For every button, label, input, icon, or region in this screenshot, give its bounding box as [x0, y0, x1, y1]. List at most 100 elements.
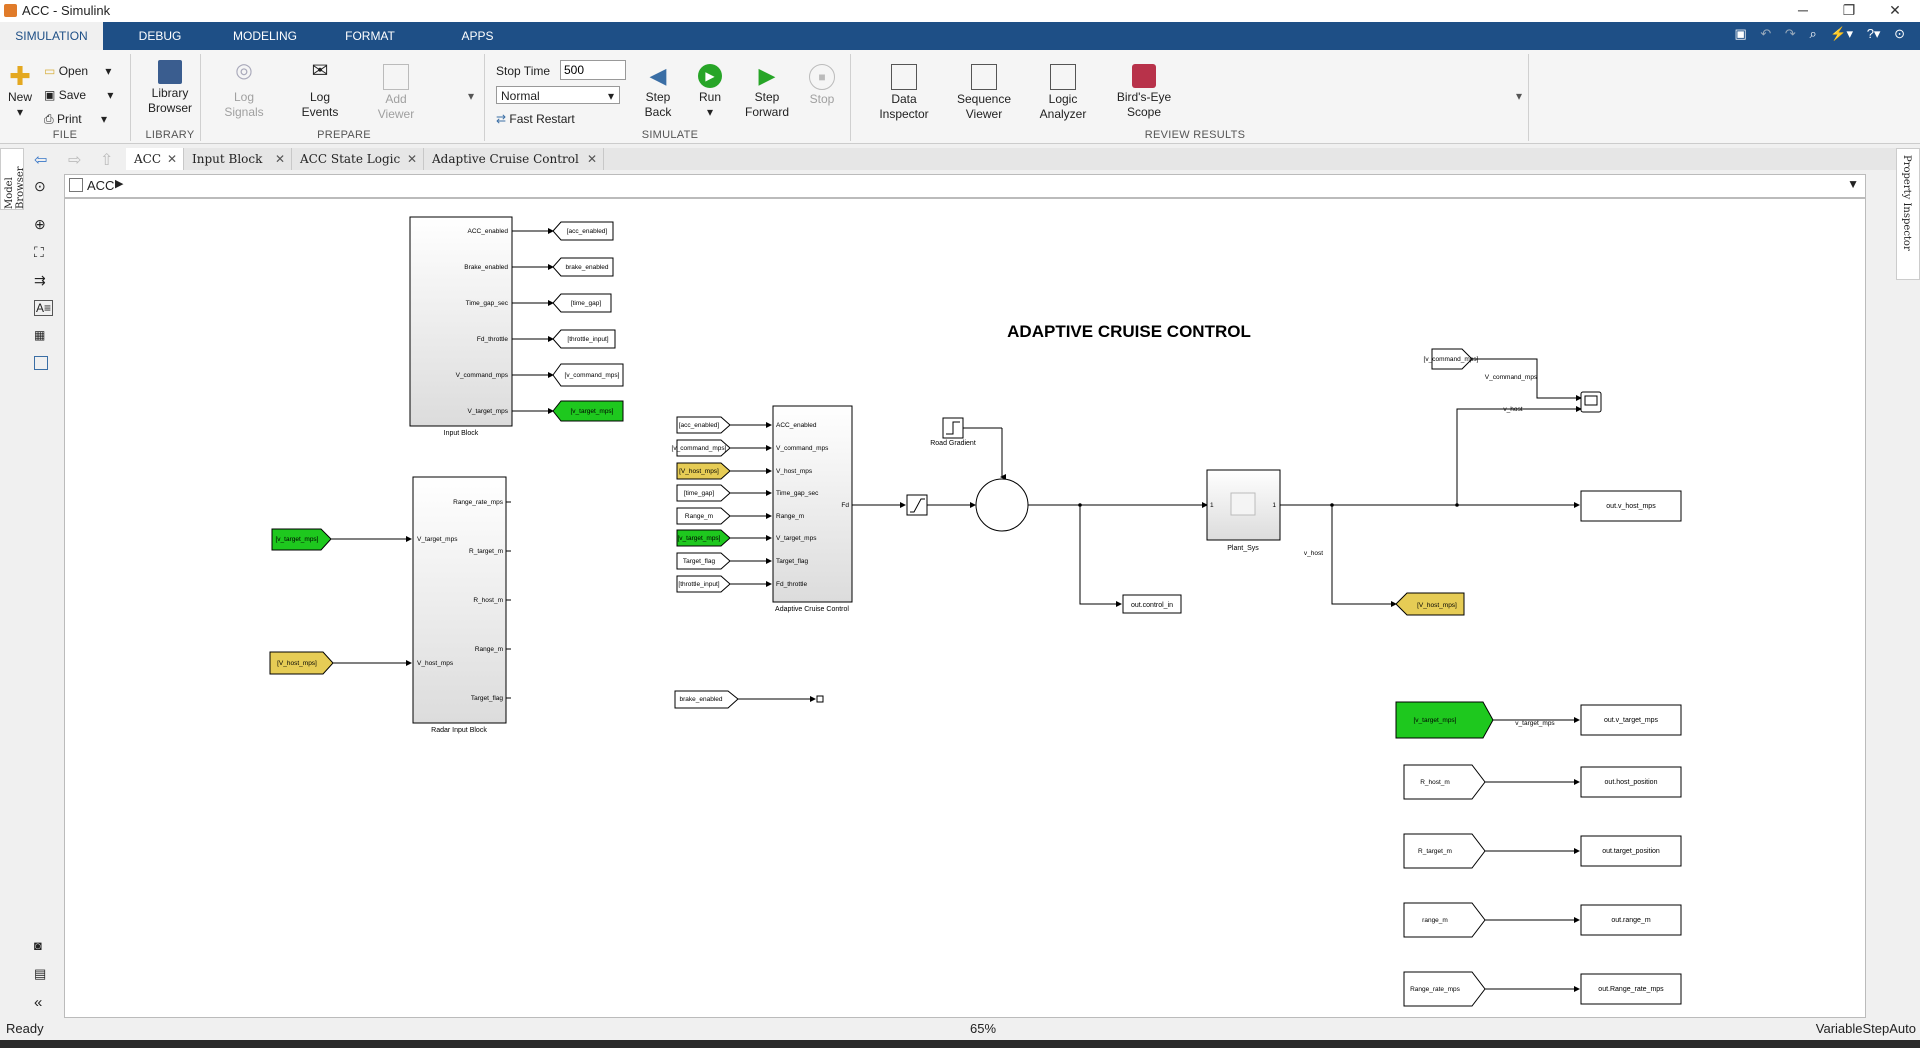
print-button[interactable]: ⎙ Print ▾	[44, 112, 107, 127]
out-label: out.host_position	[1605, 779, 1658, 786]
close-icon[interactable]: ✕	[275, 148, 285, 170]
zoom-level[interactable]: 65%	[970, 1021, 996, 1036]
stop-button[interactable]: ■ Stop	[802, 64, 842, 107]
close-icon[interactable]: ✕	[167, 148, 177, 170]
data-inspector-button[interactable]: Data Inspector	[876, 64, 932, 122]
up-arrow-icon[interactable]: ⇧	[100, 150, 113, 170]
add-viewer-label: Add Viewer	[377, 92, 415, 121]
logic-analyzer-button[interactable]: Logic Analyzer	[1034, 64, 1092, 122]
library-browser-button[interactable]: Library Browser	[142, 60, 198, 116]
editor-tab-adaptive-cruise-control[interactable]: Adaptive Cruise Control ✕	[424, 148, 604, 170]
from-label: R_target_m	[1418, 848, 1452, 855]
close-button[interactable]: ✕	[1872, 0, 1918, 22]
zoom-icon[interactable]: ⊕	[34, 216, 46, 233]
adaptive-cruise-control-block[interactable]	[772, 405, 853, 603]
title-bar: ACC - Simulink ─ ❐ ✕	[0, 0, 1920, 22]
stop-time-input[interactable]	[560, 60, 626, 80]
port-label: 1	[1210, 502, 1214, 509]
area-icon[interactable]	[34, 356, 48, 370]
model-browser-label: Model Browser	[4, 166, 26, 209]
simulation-mode-select[interactable]: Normal ▾	[496, 86, 620, 104]
add-viewer-button[interactable]: Add Viewer	[372, 64, 420, 122]
sequence-viewer-button[interactable]: Sequence Viewer	[952, 64, 1016, 122]
close-icon[interactable]: ✕	[407, 148, 417, 170]
goto-label: [acc_enabled]	[567, 228, 608, 235]
port-label: Fd	[841, 502, 849, 509]
hide-explorer-icon[interactable]: ⊙	[34, 178, 46, 195]
minimize-button[interactable]: ─	[1780, 0, 1826, 22]
tab-format[interactable]: FORMAT	[330, 22, 410, 50]
open-button[interactable]: ▭ Open ▾	[44, 64, 111, 78]
model-canvas[interactable]: ADAPTIVE CRUISE CONTROL ACC_enabled Brak…	[64, 198, 1866, 1018]
camera-icon[interactable]: ◙	[34, 938, 42, 953]
search-icon[interactable]: ⌕	[1809, 26, 1816, 42]
sum-block[interactable]	[975, 478, 1029, 532]
chevron-right-icon[interactable]: ▶	[115, 177, 123, 190]
chevron-down-icon[interactable]: ▼	[1847, 177, 1859, 191]
annotation-icon[interactable]: A≡	[34, 300, 54, 316]
image-icon[interactable]: ▦	[34, 328, 45, 342]
simulation-mode-value: Normal	[501, 89, 540, 103]
arrow-icon[interactable]: ⇉	[34, 272, 46, 289]
solver-label[interactable]: VariableStepAuto	[1816, 1021, 1916, 1036]
simulate-group-title: SIMULATE	[641, 129, 699, 141]
run-label: Run	[698, 90, 721, 104]
shortcut-icon[interactable]: ⚡▾	[1830, 26, 1853, 42]
port-label: Fd_throttle	[776, 581, 807, 588]
block-diagram: ADAPTIVE CRUISE CONTROL ACC_enabled Brak…	[269, 216, 1682, 1007]
help-icon[interactable]: ?▾	[1867, 26, 1881, 42]
signal-label: v_host	[1304, 550, 1323, 557]
review-expand-icon[interactable]: ▾	[1516, 89, 1522, 103]
window-title: ACC - Simulink	[22, 3, 111, 18]
tab-modeling[interactable]: MODELING	[220, 22, 310, 50]
model-browser-tab[interactable]: Model Browser	[0, 148, 26, 210]
prepare-expand-icon[interactable]: ▾	[468, 89, 474, 103]
save-icon[interactable]: ▣	[1734, 26, 1746, 42]
new-button[interactable]: ✚ New ▾	[4, 63, 36, 120]
log-signals-button[interactable]: ◎ Log Signals	[220, 61, 268, 120]
collapse-icon[interactable]: ⊙	[1894, 26, 1905, 42]
save-label: Save	[58, 88, 87, 102]
stop-label: Stop	[809, 92, 835, 106]
property-inspector-tab[interactable]: Property Inspector	[1896, 148, 1920, 280]
birds-eye-label: Bird's-Eye Scope	[1116, 90, 1172, 119]
editor-tab-acc-state-logic[interactable]: ACC State Logic ✕	[292, 148, 424, 170]
fast-restart-button[interactable]: ⇄ Fast Restart	[496, 112, 575, 126]
file-group-title: FILE	[52, 129, 78, 141]
run-button[interactable]: ▶ Run ▾	[690, 64, 730, 120]
close-icon[interactable]: ✕	[587, 148, 597, 170]
step-forward-label: Step Forward	[744, 90, 789, 119]
step-back-button[interactable]: ◀ Step Back	[638, 64, 678, 120]
from-label: [V_host_mps]	[679, 468, 719, 475]
birds-eye-scope-button[interactable]: Bird's-Eye Scope	[1112, 64, 1176, 120]
port-label: Target_flag	[471, 695, 504, 702]
from-label: [acc_enabled]	[679, 422, 720, 429]
step-forward-button[interactable]: ▶ Step Forward	[742, 64, 792, 120]
editor-tab-acc[interactable]: ACC ✕	[126, 148, 184, 170]
new-label: New	[7, 90, 32, 104]
model-address-bar: ACC ▶ ▼	[64, 174, 1866, 198]
open-label: Open	[58, 64, 89, 78]
terminator-block[interactable]	[816, 695, 824, 703]
undo-icon[interactable]: ↶	[1760, 26, 1771, 42]
input-block[interactable]	[409, 216, 513, 427]
tab-apps[interactable]: APPS	[440, 22, 515, 50]
port-label: R_host_m	[473, 597, 503, 604]
explorer-bar-icon[interactable]: ▤	[34, 966, 46, 982]
block-name: Radar Input Block	[431, 727, 487, 734]
breadcrumb[interactable]: ACC	[87, 178, 114, 193]
from-label: range_m	[1422, 917, 1448, 924]
back-arrow-icon[interactable]: ⇦	[34, 150, 47, 170]
port-label: V_target_mps	[417, 536, 458, 543]
redo-icon[interactable]: ↷	[1785, 26, 1796, 42]
tab-simulation[interactable]: SIMULATION	[0, 22, 103, 50]
forward-arrow-icon[interactable]: ⇨	[68, 150, 81, 170]
fit-view-icon[interactable]: ⛶	[34, 244, 44, 261]
restore-button[interactable]: ❐	[1826, 0, 1872, 22]
folder-icon: ▭	[44, 64, 56, 78]
log-events-button[interactable]: ✉ Log Events	[296, 61, 344, 120]
editor-tab-input-block[interactable]: Input Block ✕	[184, 148, 292, 170]
collapse-icon[interactable]: «	[34, 994, 42, 1011]
tab-debug[interactable]: DEBUG	[110, 22, 210, 50]
save-button[interactable]: ▣ Save ▾	[44, 88, 113, 102]
